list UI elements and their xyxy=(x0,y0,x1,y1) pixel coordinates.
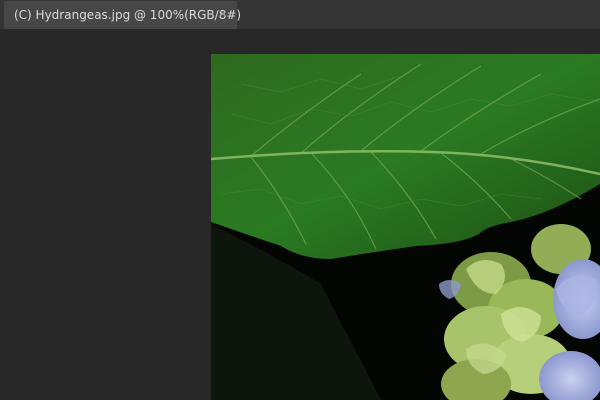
editor-window: (C) Hydrangeas.jpg @ 100%(RGB/8#) × xyxy=(0,0,600,400)
document-tab-bar: (C) Hydrangeas.jpg @ 100%(RGB/8#) × xyxy=(0,0,600,29)
hydrangea-image xyxy=(211,54,600,400)
document-tab[interactable]: (C) Hydrangeas.jpg @ 100%(RGB/8#) × xyxy=(4,1,241,29)
document-tab-title: (C) Hydrangeas.jpg @ 100%(RGB/8#) xyxy=(14,8,242,22)
close-icon[interactable]: × xyxy=(217,8,229,20)
document-canvas[interactable] xyxy=(211,54,600,400)
